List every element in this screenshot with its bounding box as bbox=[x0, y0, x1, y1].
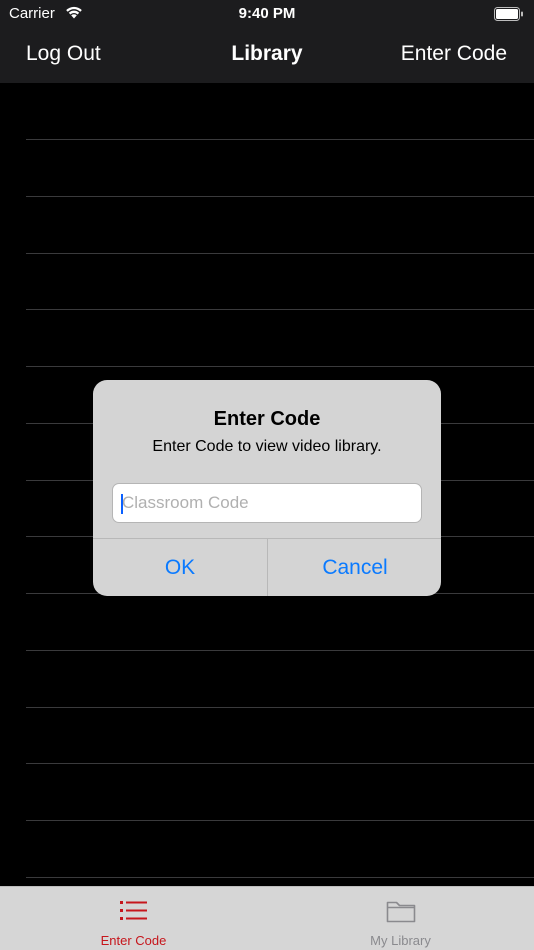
alert-title: Enter Code bbox=[213, 408, 321, 430]
tab-bar: Enter Code My Library bbox=[0, 886, 534, 950]
folder-icon bbox=[386, 901, 416, 923]
enter-code-alert: Enter Code Enter Code to view video libr… bbox=[93, 380, 441, 596]
classroom-code-input[interactable] bbox=[112, 483, 422, 523]
cancel-button[interactable]: Cancel bbox=[268, 539, 441, 596]
tab-label: My Library bbox=[370, 933, 431, 948]
tab-my-library[interactable]: My Library bbox=[267, 887, 534, 950]
ok-button[interactable]: OK bbox=[93, 539, 267, 596]
tab-enter-code[interactable]: Enter Code bbox=[0, 887, 267, 950]
tab-label: Enter Code bbox=[100, 933, 167, 948]
text-caret bbox=[121, 494, 123, 514]
alert-message: Enter Code to view video library. bbox=[152, 438, 382, 455]
list-icon bbox=[120, 901, 147, 920]
app-screen: Carrier 9:40 PM Log Out Library Enter Co… bbox=[0, 0, 534, 950]
